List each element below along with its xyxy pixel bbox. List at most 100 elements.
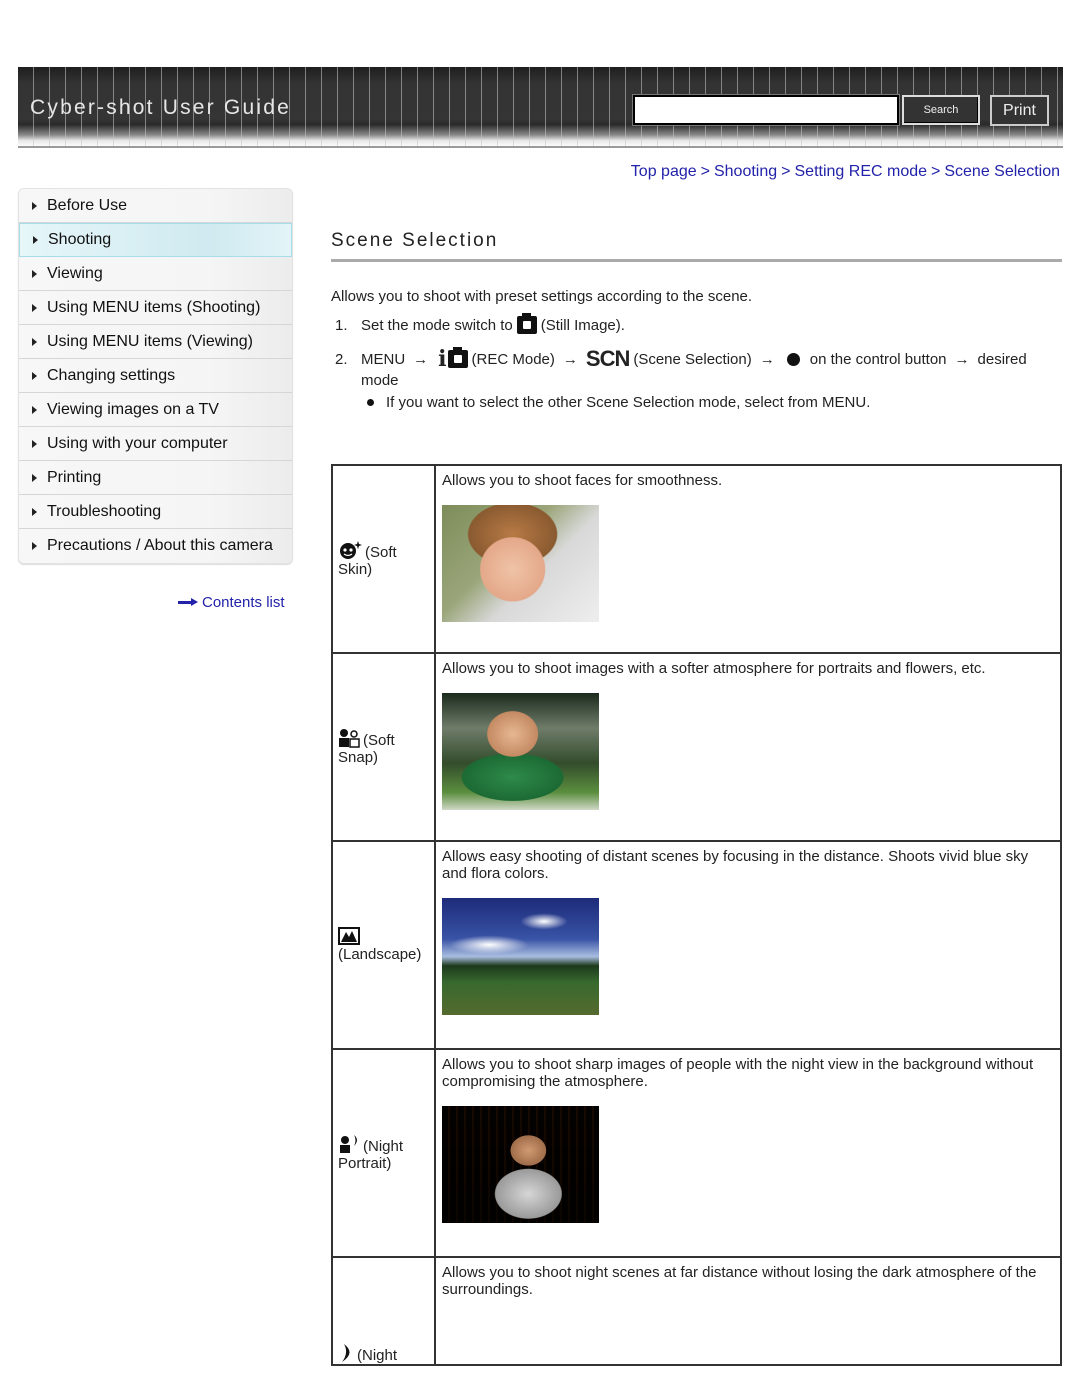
sidebar-item-computer[interactable]: Using with your computer [19,427,292,461]
sidebar-item-label: Changing settings [47,366,176,384]
scene-label: Skin) [338,561,373,578]
sidebar-item-viewing-tv[interactable]: Viewing images on a TV [19,393,292,427]
scene-description: Allows easy shooting of distant scenes b… [442,848,1029,882]
desired-text: desired [977,350,1027,368]
scene-description-cell: Allows easy shooting of distant scenes b… [434,840,1062,1050]
step-2: 2. MENU → i (REC Mode) → SCN (Scene Sele… [335,346,1062,372]
scene-label: Snap) [338,749,379,766]
breadcrumb-shooting[interactable]: Shooting [714,163,777,180]
print-button[interactable]: Print [990,95,1049,126]
scene-description-cell: Allows you to shoot images with a softer… [434,652,1062,842]
scene-label-cell: (Soft Snap) [331,652,436,842]
sidebar-nav: Before Use Shooting Viewing Using MENU i… [18,188,293,564]
scene-description-cell: Allows you to shoot sharp images of peop… [434,1048,1062,1258]
scene-label-cell: (Soft Skin) [331,464,436,654]
sidebar-item-menu-viewing[interactable]: Using MENU items (Viewing) [19,325,292,359]
step-text: (Still Image). [540,316,625,334]
search-input[interactable] [632,94,900,126]
arrow-right-icon: → [759,350,775,368]
sidebar-item-label: Troubleshooting [47,502,162,520]
sidebar-item-troubleshooting[interactable]: Troubleshooting [19,495,292,529]
step-number: 1. [335,316,348,334]
night-portrait-photo [442,1106,599,1223]
sidebar-item-label: Precautions / About this camera [47,537,273,554]
sidebar-item-shooting[interactable]: Shooting [19,223,292,257]
triangle-right-icon [32,269,37,278]
triangle-right-icon [32,439,37,448]
sidebar-item-label: Using MENU items (Shooting) [47,298,261,316]
step-1: 1. Set the mode switch to (Still Image). [335,313,625,334]
note: If you want to select the other Scene Se… [367,394,870,411]
table-row: (Landscape) Allows easy shooting of dist… [331,840,1062,1050]
triangle-right-icon [32,507,37,516]
sidebar-item-label: Before Use [47,196,128,214]
sidebar-item-printing[interactable]: Printing [19,461,292,495]
sidebar-item-label: Viewing [47,264,103,282]
table-row: (Soft Snap) Allows you to shoot images w… [331,652,1062,842]
title-divider [331,259,1062,262]
scene-label: (Soft [363,732,395,749]
scene-description: Allows you to shoot night scenes at far … [442,1264,1037,1298]
breadcrumb-separator: > [700,163,710,180]
header-banner: Cyber-shot User Guide Search Print [18,67,1063,147]
sidebar-item-precautions[interactable]: Precautions / About this camera [19,529,292,563]
scene-label: (Landscape) [338,946,422,963]
breadcrumb-setting-rec-mode[interactable]: Setting REC mode [795,163,928,180]
scene-label: (Night [363,1138,404,1155]
triangle-right-icon [32,542,37,550]
table-row: (Night Portrait) Allows you to shoot sha… [331,1048,1062,1258]
breadcrumb-separator: > [781,163,791,180]
sidebar-item-label: Using MENU items (Viewing) [47,332,253,350]
site-title: Cyber-shot User Guide [30,96,291,119]
rec-mode-camera-icon [447,347,468,368]
step-number: 2. [335,350,348,368]
breadcrumb-top-page[interactable]: Top page [631,163,697,180]
triangle-right-icon [32,473,37,482]
scn-icon: SCN [585,346,630,371]
search-button[interactable]: Search [902,95,980,125]
step-text: Set the mode switch to [361,316,513,334]
arrow-right-icon [178,598,198,607]
boy-portrait-photo [442,505,599,622]
breadcrumb-scene-selection[interactable]: Scene Selection [944,163,1060,180]
table-row: (Soft Skin) Allows you to shoot faces fo… [331,464,1062,654]
scene-description-cell: Allows you to shoot night scenes at far … [434,1256,1062,1366]
sidebar-item-menu-shooting[interactable]: Using MENU items (Shooting) [19,291,292,325]
triangle-right-icon [32,405,37,414]
scene-label: (Soft [365,544,397,561]
note-text: If you want to select the other Scene Se… [386,394,871,411]
bullet-icon [367,399,374,406]
sidebar-item-changing-settings[interactable]: Changing settings [19,359,292,393]
breadcrumb: Top page > Shooting > Setting REC mode > Scene… [631,163,1060,181]
contents-list-label: Contents list [202,594,285,611]
triangle-right-icon [32,201,37,210]
sidebar-item-before-use[interactable]: Before Use [19,189,292,223]
scene-selection-label: (Scene Selection) [633,350,752,368]
scene-label-cell: (Landscape) [331,840,436,1050]
triangle-right-icon [32,337,37,346]
sidebar-item-label: Viewing images on a TV [47,400,219,418]
soft-snap-icon [339,729,360,748]
scene-label: Portrait) [338,1155,392,1172]
triangle-right-icon [32,303,37,312]
sidebar-item-viewing[interactable]: Viewing [19,257,292,291]
sidebar-item-label: Using with your computer [47,434,228,452]
header-divider [18,146,1063,148]
sidebar-item-label: Shooting [48,231,112,248]
scene-description: Allows you to shoot faces for smoothness… [442,472,723,489]
scene-label-cell: (Night Portrait) [331,1048,436,1258]
scene-description: Allows you to shoot sharp images of peop… [442,1056,1034,1090]
scene-description: Allows you to shoot images with a softer… [442,660,986,677]
arrow-right-icon: → [954,350,970,368]
scene-description-cell: Allows you to shoot faces for smoothness… [434,464,1062,654]
control-button-text: on the control button [809,350,947,368]
step-2-continuation: mode [361,372,399,389]
scene-label: (Night [357,1347,398,1364]
night-scene-icon [342,1344,350,1362]
arrow-right-icon: → [413,350,429,368]
night-portrait-icon [340,1135,357,1153]
sidebar-item-label: Printing [47,468,102,486]
contents-list-link[interactable]: Contents list [178,594,285,611]
soft-skin-icon [340,541,362,559]
breadcrumb-separator: > [931,163,941,180]
